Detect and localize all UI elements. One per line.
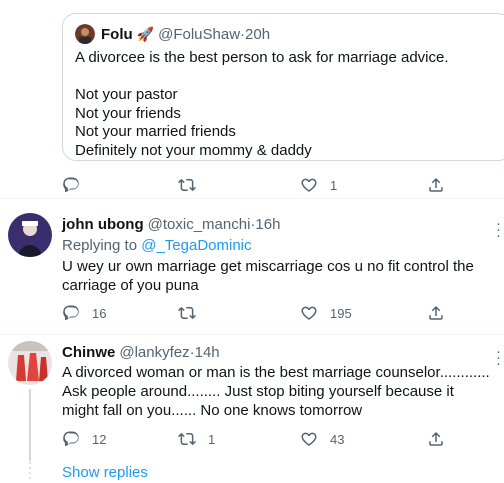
retweet-count: 1: [208, 431, 216, 447]
show-replies-link[interactable]: Show replies: [62, 464, 148, 481]
like-count: 43: [330, 431, 345, 447]
quote-line: Not your friends: [75, 104, 181, 122]
reply-icon: [63, 431, 79, 447]
like-count: 195: [330, 305, 352, 321]
retweet-icon: [178, 178, 196, 192]
quote-line: Not your married friends: [75, 123, 236, 140]
reply-icon: [63, 177, 79, 193]
like-button[interactable]: 195: [300, 304, 352, 322]
like-count: 1: [330, 177, 338, 193]
more-options-icon[interactable]: · · ·: [496, 216, 501, 243]
retweet-icon: [178, 306, 196, 320]
share-icon: [429, 431, 443, 446]
retweet-button[interactable]: 1: [178, 430, 215, 448]
replying-to-label: Replying to: [62, 237, 138, 254]
heart-icon: [301, 432, 317, 446]
heart-icon: [301, 306, 317, 320]
timestamp[interactable]: 16h: [255, 216, 280, 233]
reply-button[interactable]: [62, 176, 92, 194]
reply-button[interactable]: 12: [62, 430, 106, 448]
quoted-author-handle: @FoluShaw: [158, 25, 241, 43]
author-name[interactable]: Chinwe: [62, 344, 115, 361]
share-button[interactable]: [427, 176, 445, 194]
author-name[interactable]: john ubong: [62, 216, 144, 233]
share-button[interactable]: [427, 430, 445, 448]
quoted-author-name[interactable]: Folu: [101, 26, 133, 43]
share-icon: [429, 305, 443, 320]
reply-actions: 16 195: [62, 303, 452, 323]
heart-icon: [301, 178, 317, 192]
reply-icon: [63, 305, 79, 321]
reply-button[interactable]: 16: [62, 304, 106, 322]
reply-text: U wey ur own marriage get miscarriage co…: [62, 258, 474, 294]
quote-line: Not your pastor: [75, 86, 178, 103]
avatar[interactable]: [8, 213, 52, 257]
avatar[interactable]: [8, 341, 52, 385]
quote-line-blank: [75, 68, 499, 87]
thread-dots: [28, 462, 32, 482]
quoted-tweet[interactable]: Folu 🚀 @FoluShaw · 20h A divorcee is the…: [62, 13, 504, 161]
share-button[interactable]: [427, 304, 445, 322]
reply-tweet[interactable]: Chinwe @lankyfez · 14h · · · A divorced wo…: [0, 335, 504, 483]
reply-text: A divorced woman or man is the best marr…: [62, 364, 490, 419]
quoted-tweet-text: A divorcee is the best person to ask for…: [75, 49, 499, 160]
author-handle: @lankyfez: [119, 344, 190, 361]
reply-tweet[interactable]: john ubong @toxic_manchi · 16h · · · Reply…: [0, 199, 504, 335]
replying-to: Replying to @_TegaDominic: [62, 237, 252, 254]
retweet-button[interactable]: [178, 176, 208, 194]
like-button[interactable]: 43: [300, 430, 344, 448]
author-handle: @toxic_manchi: [147, 216, 251, 233]
avatar[interactable]: [75, 24, 95, 44]
reply-actions: 12 1 43: [62, 429, 452, 449]
quote-line: Definitely not your mommy & daddy: [75, 141, 312, 159]
retweet-button[interactable]: [178, 304, 208, 322]
timestamp[interactable]: 14h: [195, 344, 220, 361]
like-button[interactable]: 1: [300, 176, 337, 194]
quote-line: A divorcee is the best person to ask for…: [75, 49, 449, 66]
thread-line: [29, 389, 31, 461]
reply-count: 12: [92, 431, 107, 447]
quoted-tweet-header: Folu 🚀 @FoluShaw · 20h: [75, 24, 499, 44]
quoted-timestamp[interactable]: 20h: [245, 26, 270, 43]
replying-to-link[interactable]: @_TegaDominic: [141, 237, 251, 254]
rocket-emoji: 🚀: [136, 25, 155, 42]
retweet-icon: [178, 432, 196, 446]
share-icon: [429, 177, 443, 192]
reply-count: 16: [92, 305, 107, 321]
reply-header: Chinwe @lankyfez · 14h: [62, 344, 220, 361]
more-options-icon[interactable]: · · ·: [496, 344, 501, 371]
tweet-actions: 1: [62, 175, 452, 195]
reply-header: john ubong @toxic_manchi · 16h: [62, 216, 280, 233]
